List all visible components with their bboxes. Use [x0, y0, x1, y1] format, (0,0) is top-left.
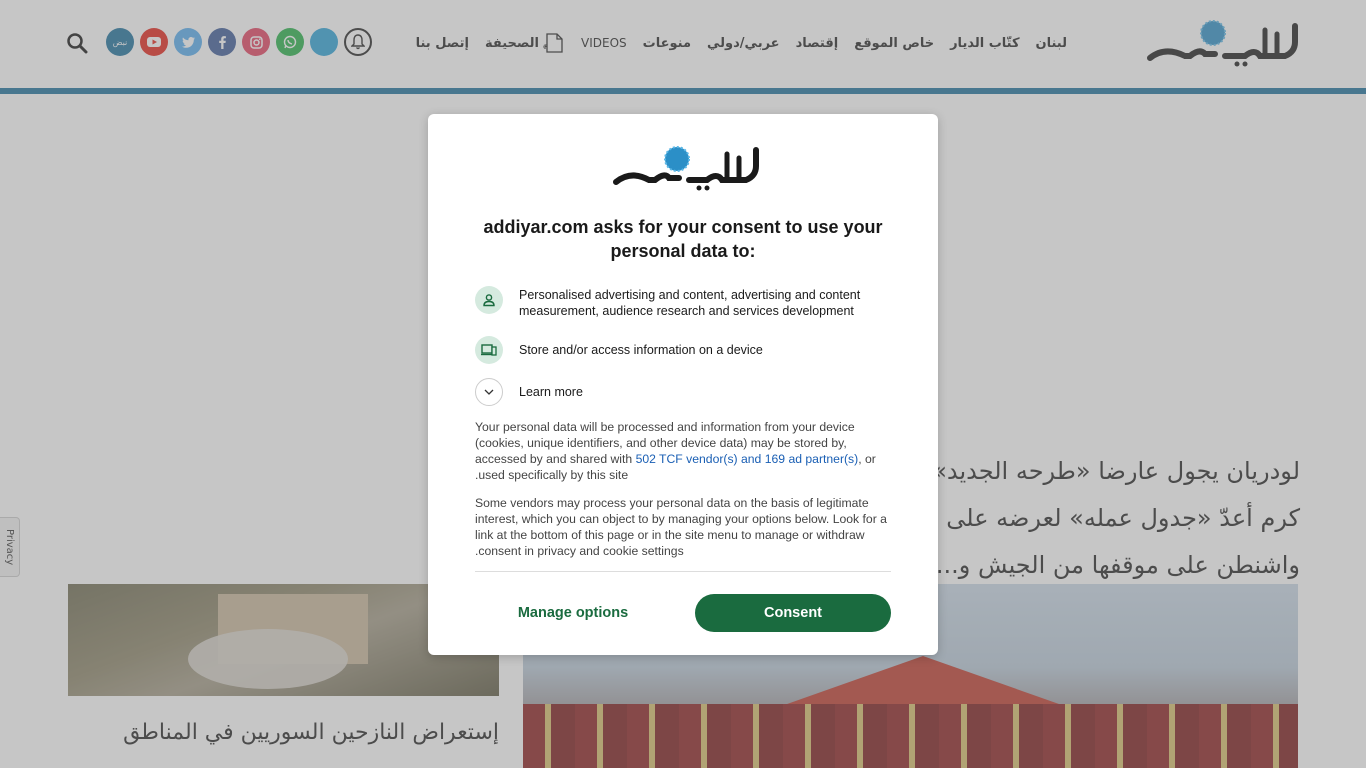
consent-paragraph-2: Some vendors may process your personal d… [475, 496, 887, 558]
consent-button[interactable]: Consent [695, 594, 891, 632]
manage-options-button[interactable]: Manage options [475, 594, 671, 632]
purpose-device-text: Store and/or access information on a dev… [519, 343, 763, 357]
chevron-down-icon[interactable] [475, 378, 503, 406]
purpose-personalised-text: Personalised advertising and content, ad… [519, 288, 861, 318]
consent-dialog: addiyar.com asks for your consent to use… [428, 114, 938, 655]
dialog-title-line: :personal data to [610, 241, 756, 261]
dialog-divider [475, 571, 891, 572]
dialog-title-line: addiyar.com asks for your consent to use… [483, 217, 883, 237]
learn-more-label[interactable]: Learn more [519, 378, 583, 400]
learn-more-row[interactable]: Learn more [475, 378, 895, 406]
consent-paragraph-1: Your personal data will be processed and… [475, 419, 893, 483]
devices-icon [475, 336, 503, 364]
dialog-title: addiyar.com asks for your consent to use… [468, 215, 898, 263]
purpose-device-storage: Store and/or access information on a dev… [475, 336, 895, 364]
person-icon [475, 286, 503, 314]
vendors-link[interactable]: 502 TCF vendor(s) and 169 ad partner(s) [636, 452, 859, 466]
dialog-logo [613, 146, 759, 191]
purpose-personalised: Personalised advertising and content, ad… [475, 286, 895, 319]
